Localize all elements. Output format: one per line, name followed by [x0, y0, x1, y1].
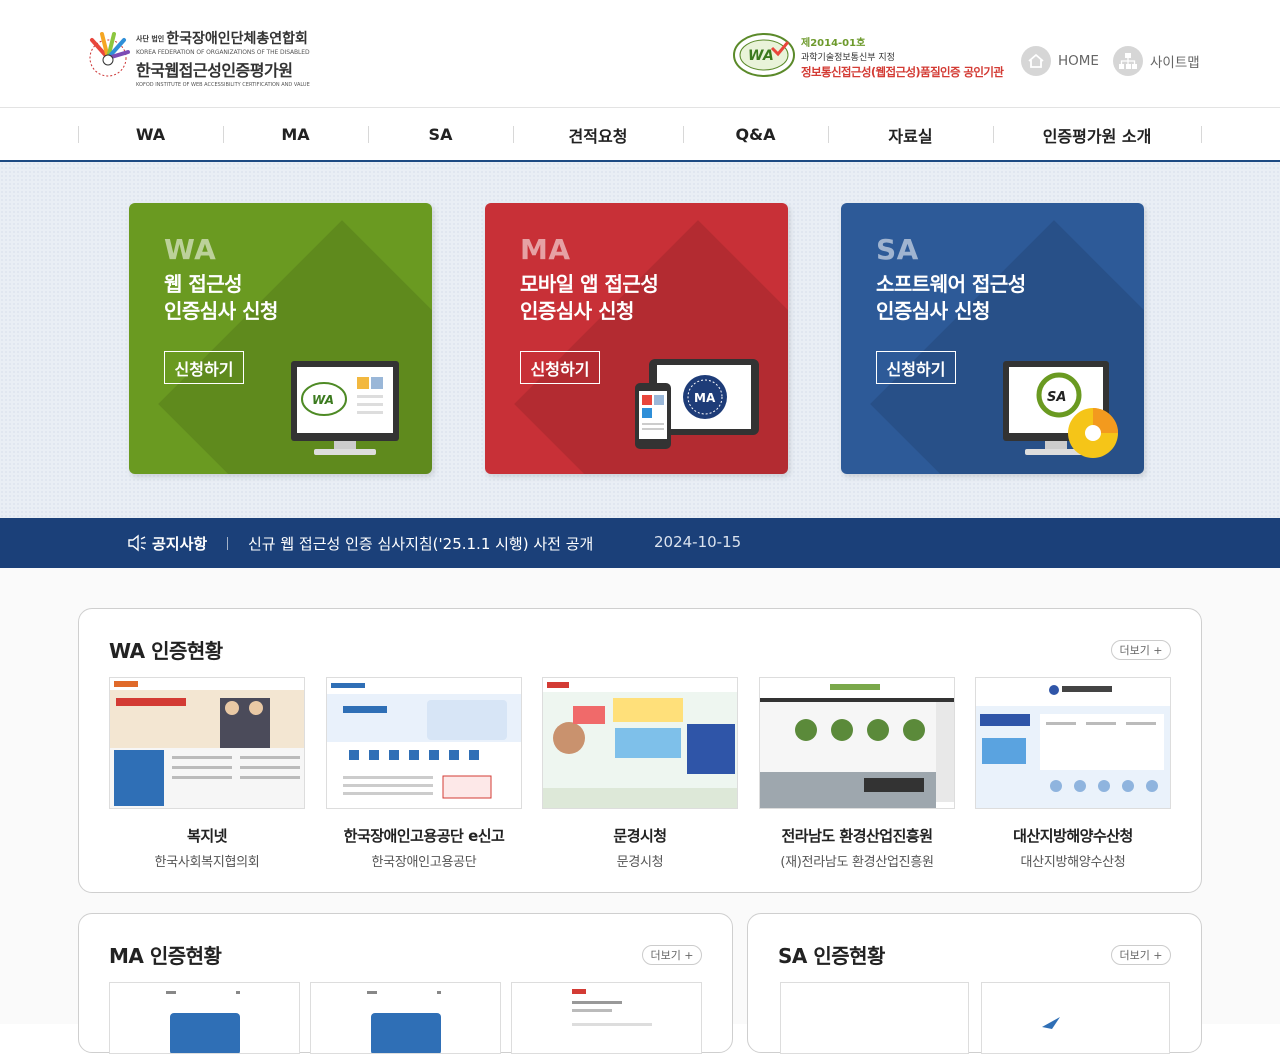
sa-more-button[interactable]: 더보기 + — [1111, 945, 1171, 965]
sitemap-link-label: 사이트맵 — [1150, 55, 1200, 71]
monitor-sa-icon: SA — [1003, 361, 1118, 458]
wa-certification-section: WA 인증현황 더보기 + 복지넷 한국사회복지협의회 한국장애인고용공단 e신… — [78, 608, 1202, 893]
nav-divider — [1201, 126, 1202, 143]
logo-subtitle-1: KOREA FEDERATION OF ORGANIZATIONS OF THE… — [136, 49, 310, 56]
logo-emblem-icon — [89, 32, 130, 77]
site-thumbnail — [759, 677, 955, 809]
logo-small-label: 사단 법인 — [136, 34, 165, 43]
site-organization: 대산지방해양수산청 — [1020, 855, 1126, 870]
site-thumbnail — [975, 677, 1171, 809]
sa-software-thumbnail[interactable] — [780, 982, 969, 1054]
sa-apply-button[interactable]: 신청하기 — [876, 351, 956, 384]
svg-text:SA: SA — [1047, 390, 1066, 405]
site-name: 문경시청 — [613, 827, 667, 845]
section-title: SA 인증현황 — [778, 944, 885, 968]
site-organization: 한국사회복지협의회 — [154, 855, 260, 870]
svg-text:MA: MA — [694, 391, 716, 405]
site-organization: 문경시청 — [616, 855, 664, 870]
wa-site-item[interactable]: 문경시청 문경시청 — [542, 677, 738, 870]
notice-divider — [227, 537, 228, 550]
sa-certification-section: SA 인증현황 더보기 + — [747, 913, 1202, 1054]
nav-item-qna[interactable]: Q&A — [683, 109, 828, 160]
site-thumbnail — [109, 677, 305, 809]
sitemap-icon — [1113, 46, 1143, 76]
cert-description: 정보통신접근성(웹접근성)품질인증 공인기관 — [801, 65, 1004, 79]
nav-item-about[interactable]: 인증평가원 소개 — [993, 109, 1201, 160]
card-title: MA — [520, 233, 571, 266]
wa-cert-mark-icon: WA — [733, 33, 795, 77]
svg-text:WA: WA — [312, 393, 334, 407]
notice-bar: 공지사항 신규 웹 접근성 인증 심사지침('25.1.1 시행) 사전 공개 … — [0, 518, 1280, 568]
wa-site-item[interactable]: 대산지방해양수산청 대산지방해양수산청 — [975, 677, 1171, 870]
card-title: SA — [876, 233, 919, 266]
section-title: WA 인증현황 — [109, 639, 223, 663]
nav-item-ma[interactable]: MA — [223, 109, 368, 160]
site-logo[interactable]: 사단 법인 한국장애인단체총연합회 KOREA FEDERATION OF ORG… — [82, 28, 310, 88]
ma-more-button[interactable]: 더보기 + — [642, 945, 702, 965]
cert-number: 제2014-01호 — [801, 38, 866, 49]
notice-label: 공지사항 — [152, 535, 208, 553]
logo-title-2: 한국웹접근성인증평가원 — [136, 61, 293, 80]
home-link[interactable]: HOME — [1021, 44, 1099, 78]
sitemap-link[interactable]: 사이트맵 — [1113, 44, 1200, 78]
logo-subtitle-2: KOFOD INSTITUTE OF WEB ACCESSIBILITY CER… — [136, 82, 310, 88]
nav-item-sa[interactable]: SA — [368, 109, 513, 160]
wa-site-item[interactable]: 전라남도 환경산업진흥원 (재)전라남도 환경산업진흥원 — [759, 677, 955, 870]
nav-item-quote[interactable]: 견적요청 — [513, 109, 683, 160]
site-name: 한국장애인고용공단 e신고 — [343, 827, 505, 845]
site-name: 전라남도 환경산업진흥원 — [781, 827, 933, 845]
sa-software-thumbnail[interactable] — [981, 982, 1170, 1054]
site-name: 복지넷 — [187, 827, 227, 845]
cert-organization: 과학기술정보통신부 지정 — [801, 53, 895, 63]
mobile-ma-icon: MA — [635, 359, 759, 449]
ma-app-thumbnail[interactable] — [109, 982, 300, 1054]
site-name: 대산지방해양수산청 — [1013, 827, 1133, 845]
wa-more-button[interactable]: 더보기 + — [1111, 640, 1171, 660]
site-organization: (재)전라남도 환경산업진흥원 — [780, 855, 934, 870]
card-description: 웹 접근성 인증심사 신청 — [164, 272, 278, 323]
site-header: 사단 법인 한국장애인단체총연합회 KOREA FEDERATION OF ORG… — [0, 0, 1280, 108]
ma-app-thumbnail[interactable] — [511, 982, 702, 1054]
logo-title-1: 한국장애인단체총연합회 — [166, 31, 308, 47]
home-icon — [1021, 46, 1051, 76]
site-thumbnail — [326, 677, 522, 809]
ma-apply-button[interactable]: 신청하기 — [520, 351, 600, 384]
notice-title-link[interactable]: 신규 웹 접근성 인증 심사지침('25.1.1 시행) 사전 공개 — [248, 533, 593, 554]
wa-apply-card[interactable]: WA 웹 접근성 인증심사 신청 신청하기 WA — [129, 203, 432, 474]
section-title: MA 인증현황 — [109, 944, 222, 968]
main-navigation: WA MA SA 견적요청 Q&A 자료실 인증평가원 소개 — [0, 109, 1280, 162]
card-description: 모바일 앱 접근성 인증심사 신청 — [520, 272, 659, 323]
notice-date: 2024-10-15 — [654, 533, 742, 551]
nav-item-library[interactable]: 자료실 — [828, 109, 993, 160]
card-description: 소프트웨어 접근성 인증심사 신청 — [876, 272, 1026, 323]
monitor-wa-icon: WA — [291, 361, 399, 455]
sa-apply-card[interactable]: SA 소프트웨어 접근성 인증심사 신청 신청하기 SA — [841, 203, 1144, 474]
nav-item-wa[interactable]: WA — [78, 109, 223, 160]
ma-app-thumbnail[interactable] — [310, 982, 501, 1054]
svg-text:WA: WA — [748, 48, 774, 64]
ma-apply-card[interactable]: MA 모바일 앱 접근성 인증심사 신청 신청하기 MA — [485, 203, 788, 474]
home-link-label: HOME — [1058, 53, 1099, 69]
wa-apply-button[interactable]: 신청하기 — [164, 351, 244, 384]
site-organization: 한국장애인고용공단 — [371, 855, 477, 870]
site-thumbnail — [542, 677, 738, 809]
main-visual: WA 웹 접근성 인증심사 신청 신청하기 WA MA 모바일 앱 접근성 인증심사… — [0, 162, 1280, 518]
speaker-icon — [128, 534, 146, 552]
wa-site-item[interactable]: 한국장애인고용공단 e신고 한국장애인고용공단 — [326, 677, 522, 870]
ma-certification-section: MA 인증현황 더보기 + — [78, 913, 733, 1054]
card-title: WA — [164, 233, 217, 266]
wa-site-item[interactable]: 복지넷 한국사회복지협의회 — [109, 677, 305, 870]
